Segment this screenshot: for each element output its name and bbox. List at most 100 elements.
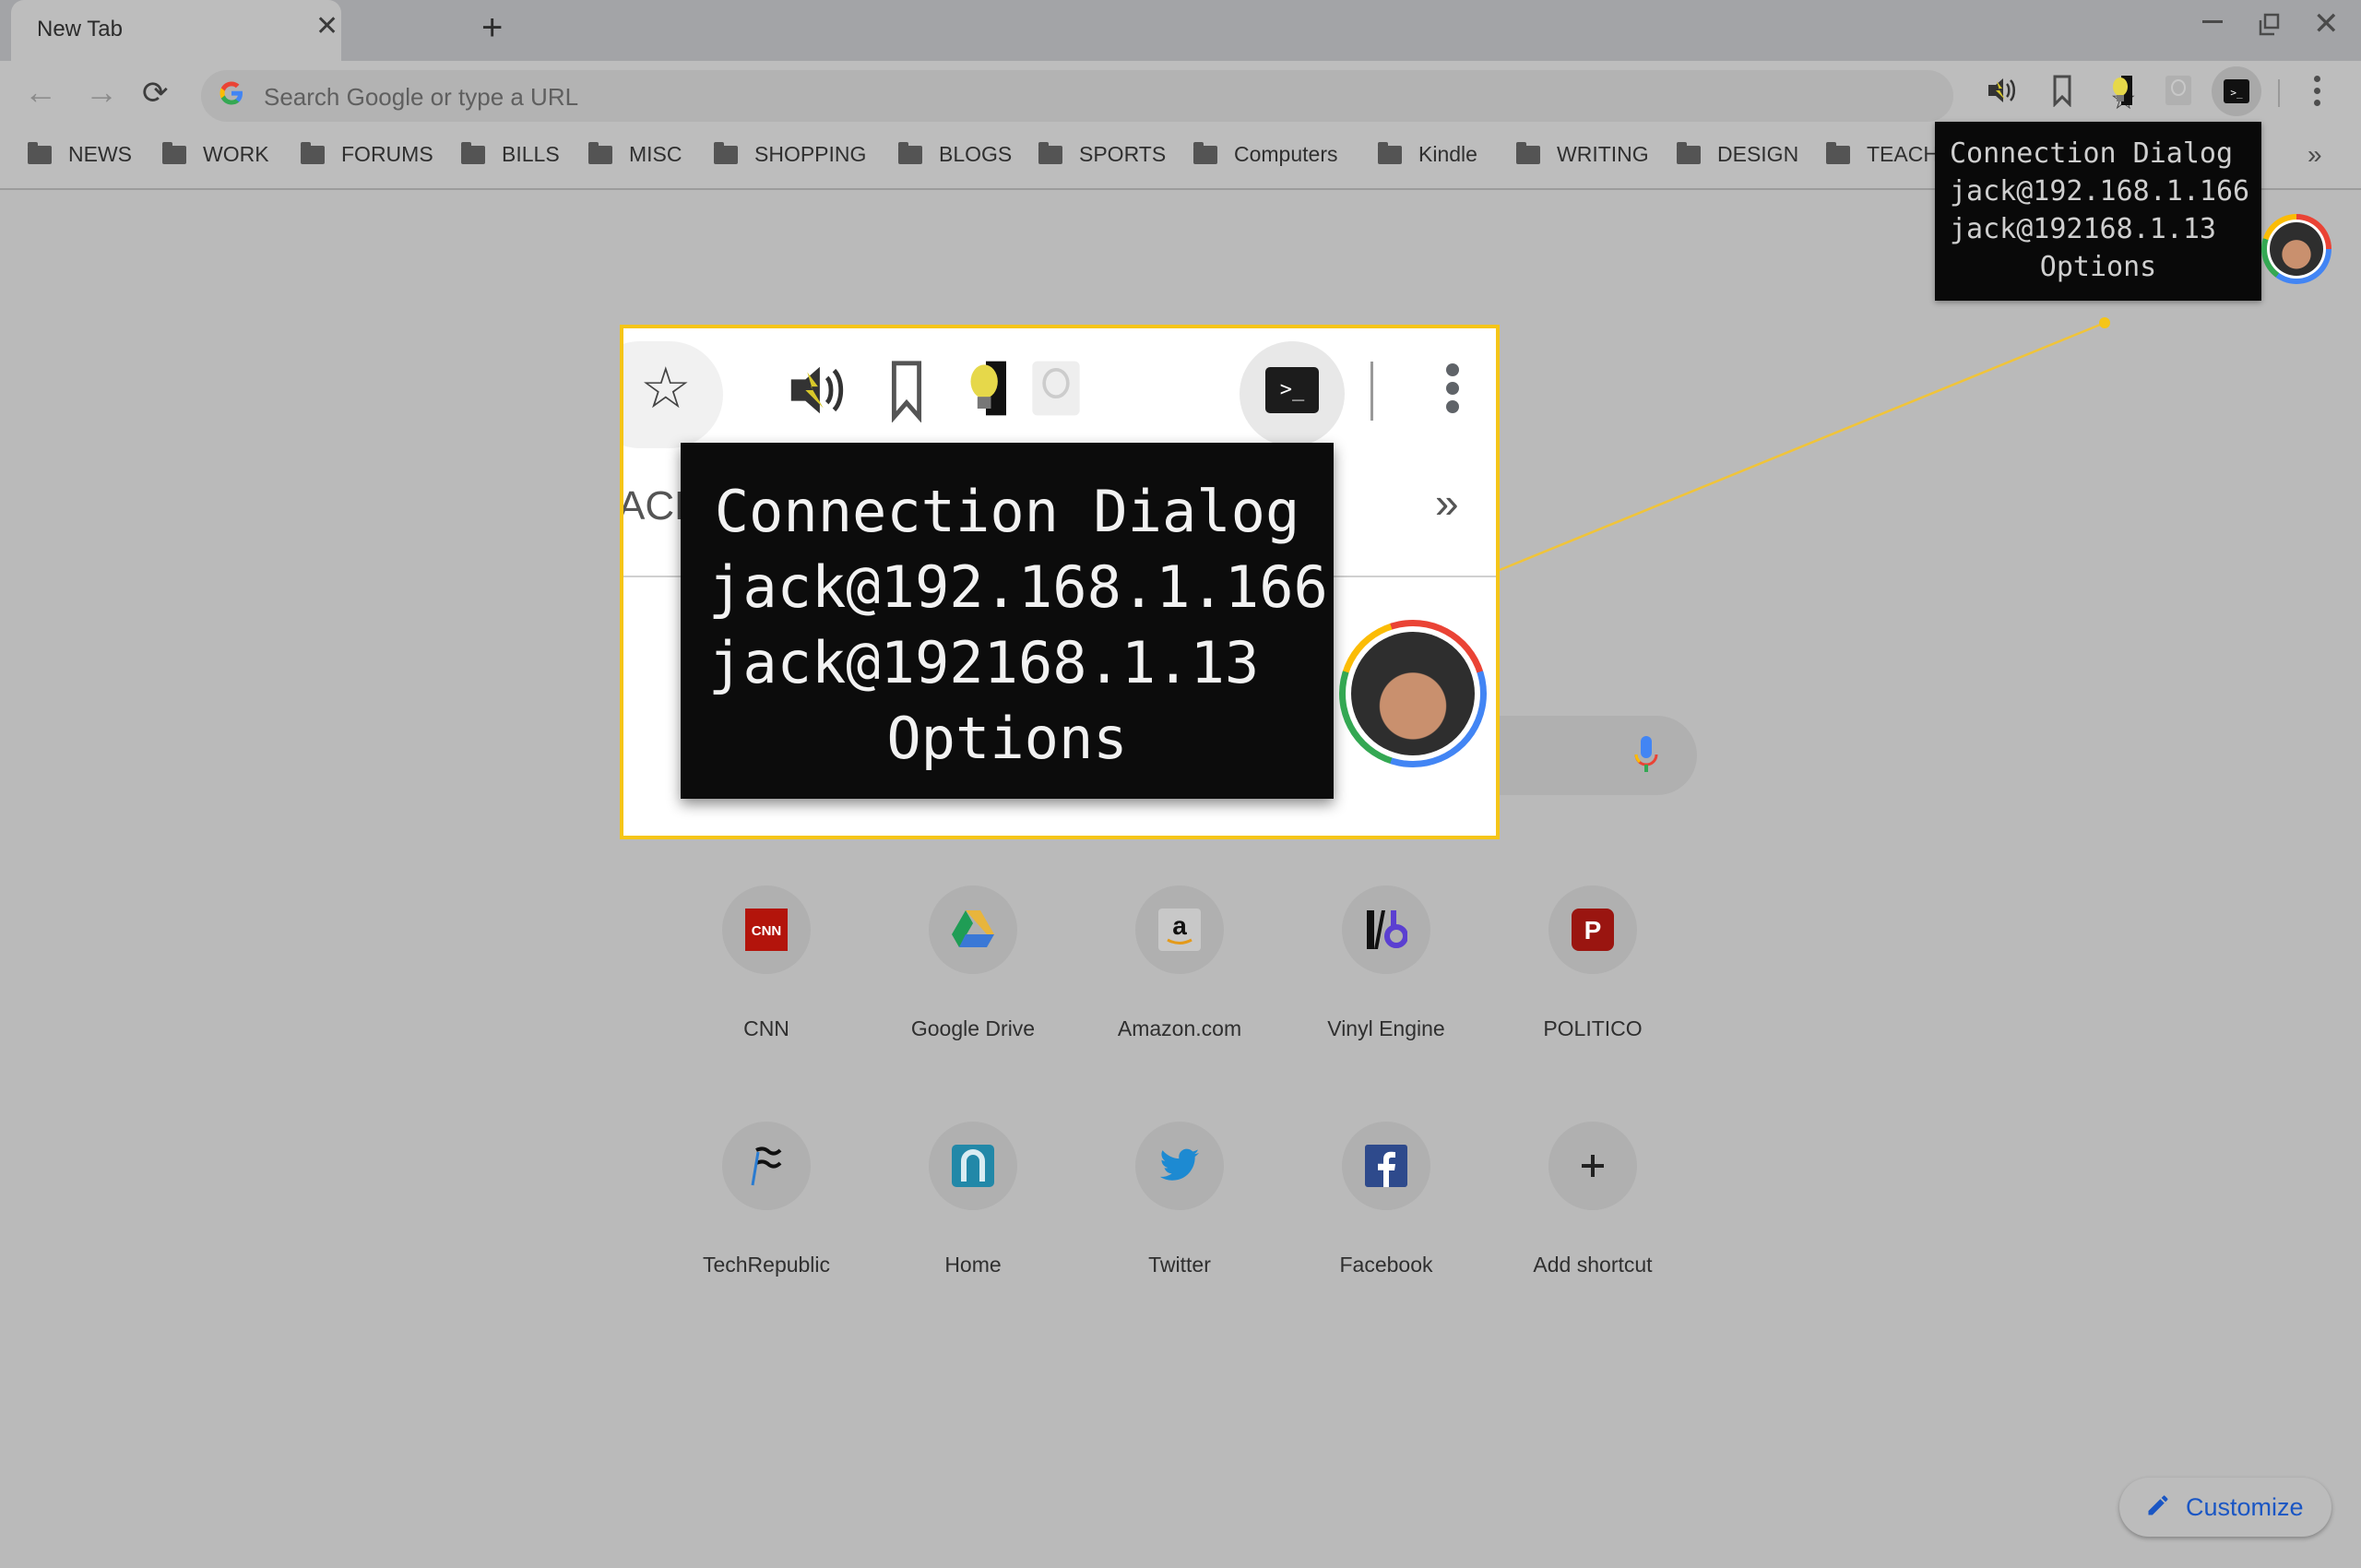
- tooltip-title: Connection Dialog: [1950, 137, 2234, 170]
- bookmark-label: MISC: [629, 142, 682, 166]
- callout-bookmark-icon: [874, 358, 939, 427]
- connector-dot: [2099, 317, 2110, 328]
- twitter-icon: [1157, 1144, 1202, 1188]
- bookmark-folder[interactable]: Computers: [1193, 141, 1337, 167]
- cnn-icon: CNN: [744, 908, 789, 952]
- bookmark-label: SPORTS: [1079, 142, 1167, 166]
- shortcut-tile[interactable]: Google Drive: [881, 885, 1065, 1041]
- tab-new-tab[interactable]: New Tab ✕: [11, 0, 341, 61]
- more-vert-icon[interactable]: [2311, 76, 2322, 109]
- add-shortcut-button[interactable]: Add shortcut: [1501, 1122, 1685, 1277]
- pencil-icon: [2145, 1492, 2171, 1523]
- folder-icon: [28, 141, 52, 164]
- bookmark-folder[interactable]: FORUMS: [301, 141, 433, 167]
- bookmark-label: BILLS: [502, 142, 560, 166]
- folder-icon: [1038, 141, 1062, 164]
- zoom-callout: ☆ >_ ACH » Connection Dialog jack@192.16…: [620, 325, 1500, 839]
- bookmark-folder[interactable]: MISC: [588, 141, 682, 167]
- bookmark-extension-icon[interactable]: [2046, 74, 2079, 108]
- lightbulb-disabled-extension-icon[interactable]: [2162, 74, 2195, 107]
- bookmark-folder[interactable]: BLOGS: [898, 141, 1012, 167]
- terminal-extension-button[interactable]: >_: [2212, 66, 2261, 116]
- back-button[interactable]: ←: [24, 76, 57, 109]
- folder-icon: [162, 141, 186, 164]
- google-g-icon: [218, 79, 245, 114]
- minimize-icon[interactable]: [2202, 20, 2223, 23]
- callout-tooltip-options: Options: [886, 705, 1128, 772]
- shortcut-label: TechRepublic: [702, 1253, 831, 1277]
- bookmark-folder[interactable]: BILLS: [461, 141, 560, 167]
- bookmarks-overflow-button[interactable]: »: [2308, 140, 2322, 170]
- shortcut-tile[interactable]: CNN CNN: [674, 885, 859, 1041]
- bookmark-folder[interactable]: DESIGN: [1677, 141, 1799, 167]
- folder-icon: [1516, 141, 1540, 164]
- callout-terminal-icon: >_: [1265, 367, 1319, 413]
- window-close-icon[interactable]: ✕: [2313, 6, 2340, 42]
- shortcut-tile[interactable]: Vinyl Engine: [1294, 885, 1478, 1041]
- customize-button[interactable]: Customize: [2119, 1478, 2331, 1537]
- folder-icon: [588, 141, 612, 164]
- folder-icon: [301, 141, 325, 164]
- bookmark-folder[interactable]: WORK: [162, 141, 269, 167]
- plus-icon: [1571, 1144, 1615, 1188]
- bookmark-label: NEWS: [68, 142, 132, 166]
- customize-label: Customize: [2186, 1492, 2304, 1521]
- callout-tooltip-connection: jack@192.168.1.166: [708, 553, 1328, 621]
- tooltip-connection: jack@192.168.1.166: [1950, 175, 2250, 208]
- svg-text:CNN: CNN: [752, 923, 782, 939]
- connection-tooltip: Connection Dialog jack@192.168.1.166 jac…: [1935, 122, 2261, 301]
- shortcut-tile[interactable]: TechRepublic: [674, 1122, 859, 1277]
- google-drive-icon: [951, 908, 995, 952]
- callout-sound-icon: [784, 358, 848, 427]
- bookmark-folder[interactable]: NEWS: [28, 141, 132, 167]
- bookmark-folder[interactable]: Kindle: [1378, 141, 1477, 167]
- shortcut-tile[interactable]: Facebook: [1294, 1122, 1478, 1277]
- shortcut-label: Google Drive: [910, 1016, 1036, 1040]
- bookmark-folder[interactable]: TEACH: [1826, 141, 1939, 167]
- folder-icon: [1193, 141, 1217, 164]
- shortcut-label: Add shortcut: [1533, 1253, 1653, 1277]
- bookmark-label: WRITING: [1557, 142, 1649, 166]
- svg-text:>_: >_: [2230, 87, 2243, 99]
- vinyl-engine-icon: [1364, 908, 1408, 952]
- techrepublic-icon: [744, 1144, 789, 1188]
- bookmark-folder[interactable]: WRITING: [1516, 141, 1649, 167]
- lightbulb-extension-icon[interactable]: [2105, 74, 2138, 107]
- omnibox[interactable]: ☆: [201, 70, 2137, 124]
- svg-text:a: a: [1172, 911, 1187, 940]
- microphone-icon[interactable]: [1632, 734, 1660, 778]
- callout-star-icon: ☆: [640, 357, 692, 421]
- shortcut-tile[interactable]: P POLITICO: [1501, 885, 1685, 1041]
- folder-icon: [1826, 141, 1850, 164]
- sound-extension-icon[interactable]: [1985, 74, 2018, 107]
- restore-icon[interactable]: [2258, 13, 2282, 42]
- callout-overflow-icon: »: [1435, 479, 1459, 527]
- shortcut-tile[interactable]: a Amazon.com: [1087, 885, 1272, 1041]
- bookmark-label: TEACH: [1867, 142, 1939, 166]
- bookmark-folder[interactable]: SPORTS: [1038, 141, 1167, 167]
- tab-close-icon[interactable]: ✕: [315, 13, 338, 41]
- folder-icon: [714, 141, 738, 164]
- bookmark-label: Kindle: [1418, 142, 1477, 166]
- shortcut-tile[interactable]: Home: [881, 1122, 1065, 1277]
- folder-icon: [1677, 141, 1701, 164]
- shortcut-label: Vinyl Engine: [1327, 1016, 1445, 1040]
- tooltip-connection: jack@192168.1.13: [1950, 213, 2216, 245]
- reload-button[interactable]: ⟳: [142, 77, 169, 109]
- callout-avatar: [1339, 620, 1487, 767]
- forward-button[interactable]: →: [85, 76, 118, 109]
- callout-tooltip: Connection Dialog jack@192.168.1.166 jac…: [681, 443, 1334, 799]
- politico-icon: P: [1571, 908, 1615, 952]
- new-tab-button[interactable]: +: [481, 9, 503, 46]
- shortcut-tile[interactable]: Twitter: [1087, 1122, 1272, 1277]
- amazon-icon: a: [1157, 908, 1202, 952]
- shortcut-label: CNN: [743, 1016, 789, 1040]
- shortcut-label: POLITICO: [1543, 1016, 1643, 1040]
- shortcut-label: Amazon.com: [1117, 1016, 1242, 1040]
- callout-avatar-photo: [1351, 632, 1475, 755]
- profile-avatar[interactable]: [2261, 214, 2331, 284]
- shortcut-label: Home: [944, 1253, 1002, 1277]
- bookmark-folder[interactable]: SHOPPING: [714, 141, 866, 167]
- omnibox-input[interactable]: [262, 70, 1833, 124]
- bookmark-label: DESIGN: [1717, 142, 1799, 166]
